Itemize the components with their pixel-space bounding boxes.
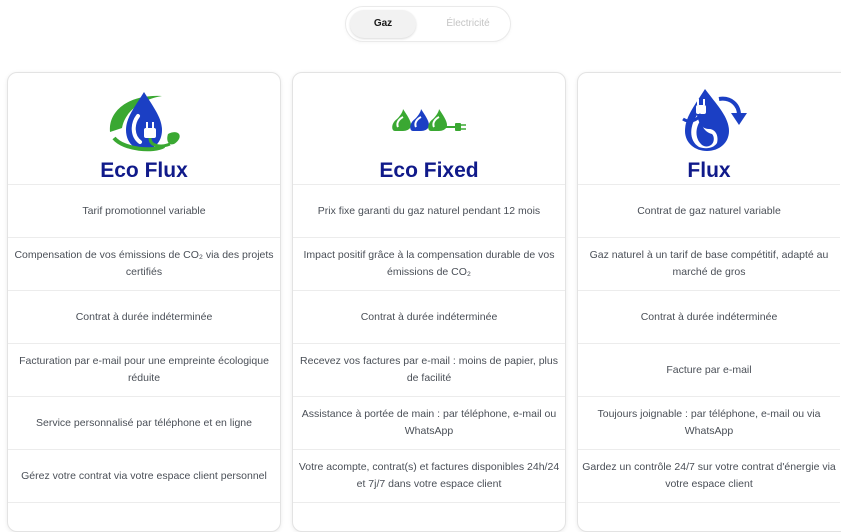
feature-row: Gardez un contrôle 24/7 sur votre contra… <box>578 449 840 502</box>
feature-row: Facture par e-mail <box>578 343 840 396</box>
feature-row: Assistance à portée de main : par téléph… <box>293 396 565 449</box>
feature-row: Contrat de gaz naturel variable <box>578 184 840 237</box>
feature-row: Contrat à durée indéterminée <box>293 290 565 343</box>
plan-title: Flux <box>687 159 731 182</box>
feature-row <box>8 502 280 531</box>
plan-card-eco-fixed: Eco Fixed Prix fixe garanti du gaz natur… <box>292 72 566 532</box>
feature-row: Toujours joignable : par téléphone, e-ma… <box>578 396 840 449</box>
flame-drop-plug-icon <box>578 85 840 155</box>
feature-row: Impact positif grâce à la compensation d… <box>293 237 565 290</box>
feature-row: Tarif promotionnel variable <box>8 184 280 237</box>
feature-row: Contrat à durée indéterminée <box>8 290 280 343</box>
plan-card-flux: Flux Contrat de gaz naturel variable Gaz… <box>577 72 841 532</box>
plan-title: Eco Fixed <box>379 159 479 182</box>
three-drops-plug-icon <box>293 85 565 155</box>
feature-row: Compensation de vos émissions de CO₂ via… <box>8 237 280 290</box>
feature-row <box>578 502 840 531</box>
feature-row: Gaz naturel à un tarif de base compétiti… <box>578 237 840 290</box>
feature-row: Votre acompte, contrat(s) et factures di… <box>293 449 565 502</box>
feature-row: Recevez vos factures par e-mail : moins … <box>293 343 565 396</box>
feature-row: Facturation par e-mail pour une empreint… <box>8 343 280 396</box>
plan-card-eco-flux: Eco Flux Tarif promotionnel variable Com… <box>7 72 281 532</box>
water-drop-plug-leaf-icon <box>8 85 280 155</box>
feature-row: Service personnalisé par téléphone et en… <box>8 396 280 449</box>
tab-gas[interactable]: Gaz <box>350 10 416 38</box>
energy-type-toggle: Gaz Électricité <box>345 6 511 42</box>
tab-electricity[interactable]: Électricité <box>430 10 506 38</box>
feature-row: Prix fixe garanti du gaz naturel pendant… <box>293 184 565 237</box>
plan-title: Eco Flux <box>100 159 188 182</box>
feature-row: Contrat à durée indéterminée <box>578 290 840 343</box>
feature-row: Gérez votre contrat via votre espace cli… <box>8 449 280 502</box>
feature-row <box>293 502 565 531</box>
